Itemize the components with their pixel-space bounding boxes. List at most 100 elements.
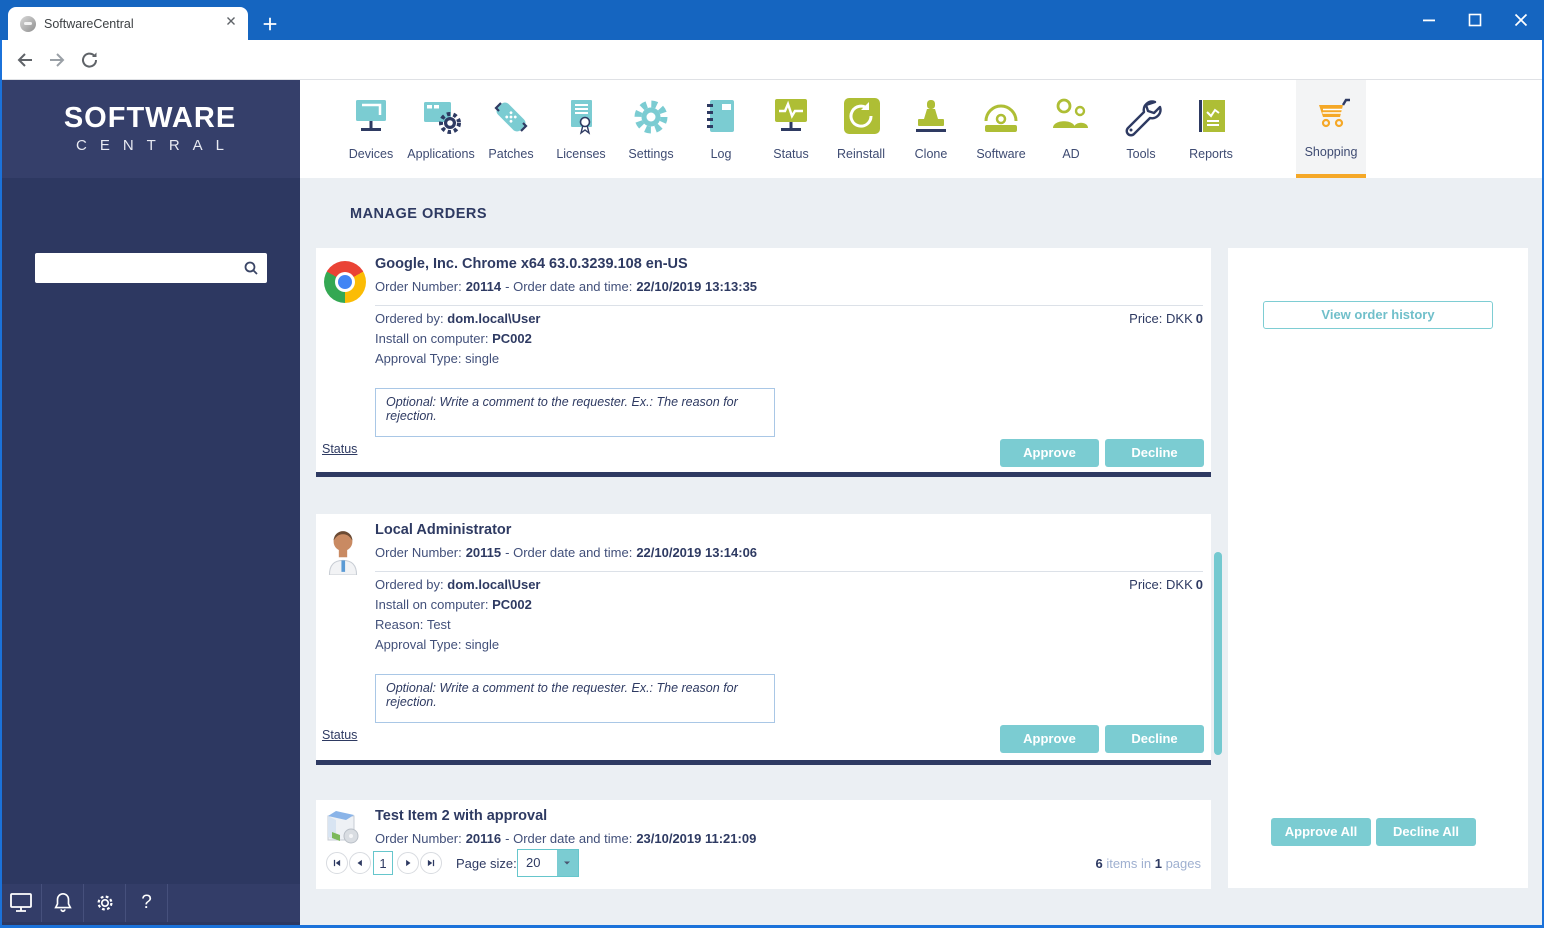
notifications-bell-icon[interactable] (42, 884, 84, 922)
page-size-label: Page size: (456, 856, 517, 871)
decline-all-button[interactable]: Decline All (1376, 818, 1476, 846)
nav-item-clone[interactable]: Clone (896, 80, 966, 178)
reload-icon[interactable] (80, 50, 100, 70)
nav-item-reinstall[interactable]: Reinstall (826, 80, 896, 178)
nav-label: Software (976, 147, 1026, 161)
nav-label: Reports (1189, 147, 1233, 161)
order-number-value: 20114 (465, 279, 502, 294)
browser-tab[interactable]: SoftwareCentral (8, 7, 248, 40)
page-size-value: 20 (518, 850, 557, 876)
log-notebook-icon (699, 97, 743, 142)
logo-text-top: SOFTWARE (63, 102, 237, 134)
items-summary: 6 items in 1 pages (1095, 856, 1201, 871)
view-order-history-button[interactable]: View order history (1263, 301, 1493, 329)
reason-line: Reason: Test (375, 617, 451, 632)
first-page-button[interactable] (326, 852, 348, 874)
chrome-logo-icon (324, 261, 368, 307)
nav-label: Status (773, 147, 809, 161)
status-link[interactable]: Status (322, 442, 357, 456)
site-favicon-icon (20, 15, 36, 32)
order-card: Google, Inc. Chrome x64 63.0.3239.108 en… (316, 248, 1211, 477)
help-icon[interactable]: ? (126, 884, 168, 922)
forward-icon[interactable] (48, 50, 68, 70)
settings-gear-icon[interactable] (84, 884, 126, 922)
nav-item-software[interactable]: Software (966, 80, 1036, 178)
last-page-button[interactable] (420, 852, 442, 874)
pagination-bar: 1 Page size: 20 6 items in 1 pages (316, 845, 1211, 889)
prev-page-button[interactable] (349, 852, 371, 874)
next-page-button[interactable] (397, 852, 419, 874)
nav-label: Clone (914, 147, 948, 161)
sidebar-search-input[interactable] (35, 255, 243, 281)
nav-item-shopping[interactable]: Shopping (1296, 80, 1366, 178)
order-card: Test Item 2 with approval Order Number: 2… (316, 800, 1211, 845)
approve-all-button[interactable]: Approve All (1271, 818, 1371, 846)
approval-type-line: Approval Type: single (375, 637, 500, 652)
nav-item-reports[interactable]: Reports (1176, 80, 1246, 178)
tab-close-icon[interactable] (224, 14, 238, 33)
nav-item-settings[interactable]: Settings (616, 80, 686, 178)
decline-button[interactable]: Decline (1105, 439, 1204, 467)
nav-item-devices[interactable]: Devices (336, 80, 406, 178)
nav-item-status[interactable]: Status (756, 80, 826, 178)
order-title: Test Item 2 with approval (375, 808, 548, 824)
maximize-button[interactable] (1452, 0, 1498, 40)
current-page[interactable]: 1 (373, 851, 393, 875)
order-date-label: - Order date and time: (505, 279, 633, 294)
ordered-by-line: Ordered by: dom.local\User (375, 311, 541, 326)
devices-footer-icon[interactable] (0, 884, 42, 922)
devices-monitor-icon (349, 97, 393, 142)
nav-label: Log (710, 147, 732, 161)
nav-label: Licenses (556, 147, 606, 161)
order-subtitle: Order Number: 20116- Order date and time:… (375, 831, 757, 845)
back-icon[interactable] (14, 50, 34, 70)
order-subtitle: Order Number: 20114- Order date and time:… (375, 279, 761, 294)
approval-type-line: Approval Type: single (375, 351, 500, 366)
nav-item-patches[interactable]: Patches (476, 80, 546, 178)
order-number-label: Order Number: (375, 279, 462, 294)
shopping-cart-icon (1309, 95, 1353, 140)
divider (375, 305, 1203, 306)
tools-wrench-icon (1119, 97, 1163, 142)
decline-button[interactable]: Decline (1105, 725, 1204, 753)
nav-label: Settings (628, 147, 674, 161)
order-actions-panel: View order history Approve All Decline A… (1228, 248, 1528, 888)
approve-button[interactable]: Approve (1000, 725, 1099, 753)
nav-label: Applications (407, 147, 475, 161)
comment-input[interactable] (375, 674, 775, 723)
nav-item-licenses[interactable]: Licenses (546, 80, 616, 178)
logo-text-bottom: CENTRAL (75, 137, 237, 154)
reports-chart-icon (1189, 97, 1233, 142)
new-tab-button[interactable] (258, 12, 282, 36)
order-title: Google, Inc. Chrome x64 63.0.3239.108 en… (375, 256, 688, 272)
approve-button[interactable]: Approve (1000, 439, 1099, 467)
top-navigation: Devices Applications Patches Licenses Se… (300, 80, 1544, 178)
order-date-value: 22/10/2019 13:13:35 (636, 279, 758, 294)
sidebar-footer: ? (0, 884, 300, 922)
nav-item-ad[interactable]: AD (1036, 80, 1106, 178)
comment-input[interactable] (375, 388, 775, 437)
nav-item-applications[interactable]: Applications (406, 80, 476, 178)
close-button[interactable] (1498, 0, 1544, 40)
page-size-select[interactable]: 20 (517, 849, 579, 877)
title-bar: SoftwareCentral (0, 0, 1544, 40)
search-icon[interactable] (243, 260, 267, 276)
tab-title: SoftwareCentral (44, 16, 134, 31)
order-card: Local Administrator Order Number: 20115- … (316, 514, 1211, 765)
nav-label: Patches (488, 147, 534, 161)
nav-label: Tools (1126, 147, 1156, 161)
price-line: Price: DKK 0 (1129, 311, 1203, 326)
install-on-line: Install on computer: PC002 (375, 597, 532, 612)
status-link[interactable]: Status (322, 728, 357, 742)
user-avatar-icon (324, 527, 368, 576)
scrollbar-thumb[interactable] (1214, 552, 1222, 755)
minimize-button[interactable] (1406, 0, 1452, 40)
reinstall-refresh-icon (839, 97, 883, 142)
nav-item-tools[interactable]: Tools (1106, 80, 1176, 178)
browser-toolbar: softwarecentral/ManageOrders (0, 40, 1544, 114)
browser-window: SoftwareCentral SOFTWARE CENTRAL ? Devic… (0, 0, 1544, 928)
order-subtitle: Order Number: 20115- Order date and time:… (375, 545, 758, 560)
sidebar-search-box (35, 253, 267, 283)
clone-stamp-icon (909, 97, 953, 142)
nav-item-log[interactable]: Log (686, 80, 756, 178)
